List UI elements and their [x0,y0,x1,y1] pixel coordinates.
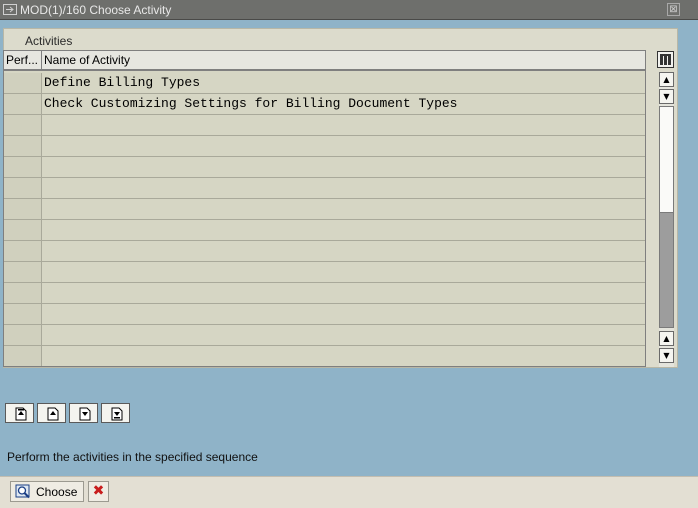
choose-button[interactable]: Choose [10,481,84,502]
vertical-scrollbar[interactable]: ▲ ▼ ▲ ▼ [659,72,674,367]
activity-name-cell[interactable]: Define Billing Types [42,73,645,93]
perf-cell[interactable] [4,346,42,366]
first-page-icon [15,407,27,421]
last-page-button[interactable] [101,403,130,423]
table-row[interactable] [4,304,645,325]
cancel-button[interactable]: ✖ [88,481,109,502]
activity-name-cell[interactable] [42,115,645,135]
table-row[interactable] [4,283,645,304]
perf-cell[interactable] [4,220,42,240]
table-settings-icon[interactable] [657,51,674,68]
table-row[interactable] [4,199,645,220]
table-row[interactable] [4,262,645,283]
dialog-footer: Choose ✖ [0,476,698,508]
table-row[interactable]: Define Billing Types [4,73,645,94]
table-header: Perf... Name of Activity [4,51,645,71]
magnifier-check-icon [15,484,30,499]
table-row[interactable] [4,241,645,262]
table-row[interactable]: Check Customizing Settings for Billing D… [4,94,645,115]
scrollbar-track[interactable] [659,106,674,328]
activity-name-cell[interactable] [42,136,645,156]
scroll-up-icon[interactable]: ▲ [659,72,674,87]
first-page-button[interactable] [5,403,34,423]
perf-cell[interactable] [4,115,42,135]
next-page-button[interactable] [69,403,98,423]
activity-name-cell[interactable] [42,283,645,303]
window-title: MOD(1)/160 Choose Activity [20,3,172,17]
close-window-icon[interactable]: ⊠ [667,3,680,16]
last-page-icon [111,407,123,421]
group-label: Activities [25,34,73,48]
column-header-name[interactable]: Name of Activity [42,51,645,70]
perf-cell[interactable] [4,178,42,198]
perf-cell[interactable] [4,304,42,324]
perf-cell[interactable] [4,73,42,93]
table-row[interactable] [4,346,645,366]
choose-button-label: Choose [36,485,78,499]
perf-cell[interactable] [4,199,42,219]
table-row[interactable] [4,178,645,199]
activity-name-cell[interactable] [42,220,645,240]
activity-name-cell[interactable]: Check Customizing Settings for Billing D… [42,94,645,114]
cancel-x-icon: ✖ [92,483,105,499]
activities-table-area: Perf... Name of Activity Define Billing … [3,50,677,367]
perf-cell[interactable] [4,262,42,282]
window-menu-icon[interactable] [3,4,17,15]
activity-name-cell[interactable] [42,346,645,366]
perf-cell[interactable] [4,283,42,303]
table-row[interactable] [4,157,645,178]
perf-cell[interactable] [4,157,42,177]
table-row[interactable] [4,220,645,241]
activity-name-cell[interactable] [42,199,645,219]
activity-name-cell[interactable] [42,325,645,345]
next-page-icon [79,407,91,421]
perf-cell[interactable] [4,241,42,261]
table-row[interactable] [4,136,645,157]
previous-page-icon [47,407,59,421]
column-header-perf[interactable]: Perf... [4,51,42,70]
activity-name-cell[interactable] [42,304,645,324]
perf-cell[interactable] [4,325,42,345]
scroll-page-up-icon[interactable]: ▲ [659,331,674,346]
table-row[interactable] [4,325,645,346]
perf-cell[interactable] [4,94,42,114]
activity-name-cell[interactable] [42,241,645,261]
window-titlebar[interactable]: MOD(1)/160 Choose Activity ⊠ [0,0,698,20]
scrollbar-thumb[interactable] [660,107,673,213]
previous-page-button[interactable] [37,403,66,423]
activity-name-cell[interactable] [42,262,645,282]
perf-cell[interactable] [4,136,42,156]
status-hint: Perform the activities in the specified … [7,450,258,464]
scroll-down-icon[interactable]: ▼ [659,89,674,104]
activity-name-cell[interactable] [42,178,645,198]
table-row[interactable] [4,115,645,136]
scroll-page-down-icon[interactable]: ▼ [659,348,674,363]
activity-name-cell[interactable] [42,157,645,177]
activities-table: Perf... Name of Activity Define Billing … [3,50,646,367]
